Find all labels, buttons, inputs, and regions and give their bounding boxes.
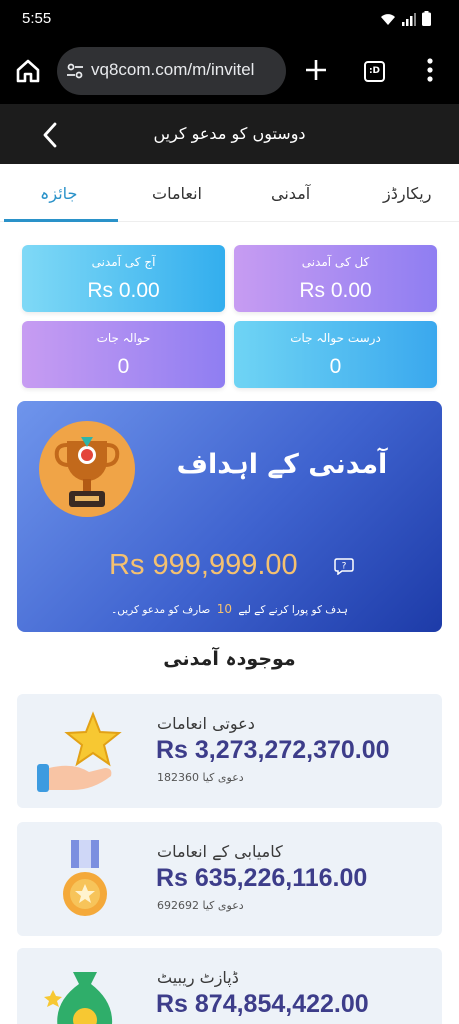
earnings-card-achievement[interactable]: کامیابی کے انعامات Rs 635,226,116.00 692… [17,822,442,936]
earnings-amount: Rs 3,273,272,370.00 [156,736,390,764]
address-bar[interactable]: vq8com.com/m/invitel [57,47,286,95]
status-bar: 5:55 [0,0,459,38]
tab-records[interactable]: ریکارڈز [383,184,431,203]
tab-rewards[interactable]: انعامات [152,184,202,203]
earnings-name: کامیابی کے انعامات [157,842,283,861]
goal-note-count: 10 [216,602,232,616]
today-earnings-card: آج کی آمدنی Rs 0.00 [22,245,225,312]
home-icon[interactable] [15,59,41,83]
total-earnings-label: کل کی آمدنی [301,255,370,269]
new-tab-icon[interactable] [304,58,328,82]
medal-icon [63,840,107,916]
earnings-card-invite[interactable]: دعوتی انعامات Rs 3,273,272,370.00 182360… [17,694,442,808]
earnings-claimed-count: 182360 دعوی کیا [157,771,244,784]
today-earnings-value: Rs 0.00 [87,279,160,302]
earnings-amount: Rs 874,854,422.00 [156,990,369,1018]
earnings-amount: Rs 635,226,116.00 [156,864,368,892]
valid-referrals-value: 0 [329,355,342,378]
goal-note: ہدف کو پورا کرنے کے لیے 10 صارف کو مدعو … [17,602,442,616]
referrals-label: حوالہ جات [96,331,151,345]
tab-overview[interactable]: جائزہ [40,184,77,203]
current-earnings-heading: موجودہ آمدنی [163,648,296,670]
today-earnings-label: آج کی آمدنی [91,255,156,269]
help-chat-icon[interactable]: ? [334,557,354,575]
earnings-name: دعوتی انعامات [157,714,255,733]
total-earnings-value: Rs 0.00 [299,279,372,302]
goal-title: آمدنی کے اہداف [176,449,388,480]
earnings-claimed-count: 692692 دعوی کیا [157,899,244,912]
tab-income[interactable]: آمدنی [271,184,310,203]
earnings-goal-card: آمدنی کے اہداف Rs 999,999.00 ? ہدف کو پو… [17,401,442,632]
referrals-card: حوالہ جات 0 [22,321,225,388]
trophy-icon [39,421,135,517]
goal-note-before: ہدف کو پورا کرنے کے لیے [238,604,348,616]
earnings-card-deposit-rebate[interactable]: ڈپازٹ ریبیٹ Rs 874,854,422.00 [17,948,442,1024]
more-options-icon[interactable] [427,58,433,82]
svg-text:?: ? [342,562,347,572]
system-icons [380,11,431,26]
earnings-name: ڈپازٹ ریبیٹ [157,968,239,987]
url-text[interactable]: vq8com.com/m/invitel [91,60,281,80]
valid-referrals-label: درست حوالہ جات [290,331,381,345]
referrals-value: 0 [117,355,130,378]
site-settings-icon[interactable] [66,62,84,80]
tab-bar: ریکارڈز آمدنی انعامات جائزہ [0,164,459,222]
tab-switcher-button[interactable]: :D [364,61,385,82]
battery-icon [422,11,431,26]
goal-note-after: صارف کو مدعو کریں۔ [111,604,211,616]
signal-icon [402,13,416,26]
money-bag-icon [44,972,112,1024]
total-earnings-card: کل کی آمدنی Rs 0.00 [234,245,437,312]
status-time: 5:55 [22,10,52,27]
browser-toolbar: vq8com.com/m/invitel :D [0,38,459,104]
star-hand-icon [37,711,122,792]
goal-amount: Rs 999,999.00 [109,549,298,581]
page-title: دوستوں کو مدعو کریں [153,124,306,143]
valid-referrals-card: درست حوالہ جات 0 [234,321,437,388]
active-tab-indicator [4,219,118,222]
wifi-icon [381,14,395,25]
page-header: دوستوں کو مدعو کریں [0,104,459,164]
